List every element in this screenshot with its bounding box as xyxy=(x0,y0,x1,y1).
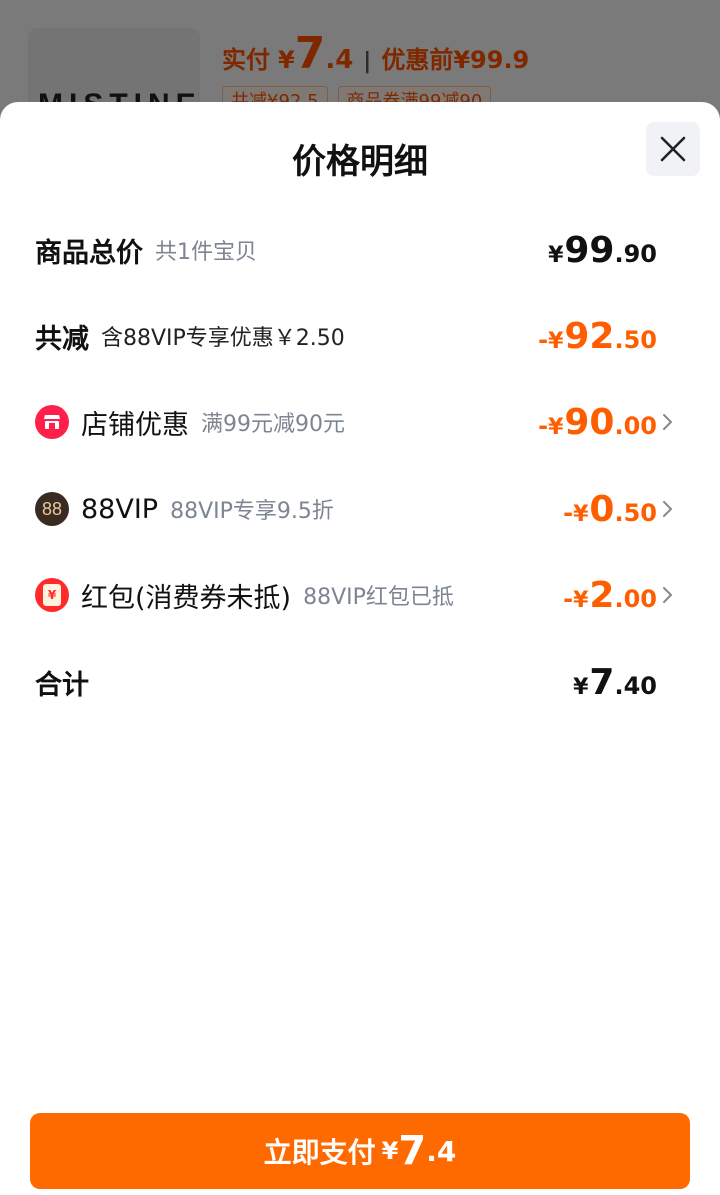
goods-count: 共1件宝贝 xyxy=(155,240,257,265)
red-packet-amount: - ¥ 2 .00 xyxy=(563,575,657,616)
close-icon xyxy=(660,136,686,162)
amount-integer: 90 xyxy=(564,401,615,443)
sum-amount: ¥ 7 .40 xyxy=(573,662,657,703)
red-packet-icon-text: ¥ xyxy=(43,584,61,606)
red-packet-desc: 88VIP红包已抵 xyxy=(303,585,454,610)
amount-decimal: .00 xyxy=(614,584,657,613)
amount-integer: 99 xyxy=(564,229,615,271)
shop-discount-label: 店铺优惠 xyxy=(81,409,189,441)
vip-88-icon: 88 xyxy=(35,492,69,526)
yen-symbol: ¥ xyxy=(573,587,589,613)
row-total-discount: 共减 含88VIP专享优惠￥2.50 - ¥ 92 .50 xyxy=(35,306,685,366)
row-red-packet[interactable]: ¥ 红包(消费券未抵) 88VIP红包已抵 - ¥ 2 .00 xyxy=(35,565,685,625)
vip-discount-amount: - ¥ 0 .50 xyxy=(563,489,657,530)
amount-decimal: .50 xyxy=(614,498,657,527)
amount-integer: 92 xyxy=(564,315,615,357)
yen-symbol: ¥ xyxy=(381,1137,399,1165)
vip-label: 88VIP xyxy=(81,493,159,525)
amount-integer: 0 xyxy=(589,488,615,530)
minus-sign: - xyxy=(538,325,549,354)
chevron-right-icon xyxy=(663,501,673,517)
pay-now-button[interactable]: 立即支付 ¥ 7 .4 xyxy=(30,1113,690,1189)
total-discount-desc: 含88VIP专享优惠￥2.50 xyxy=(101,326,345,351)
pay-now-label: 立即支付 xyxy=(263,1136,376,1169)
yen-symbol: ¥ xyxy=(573,674,589,700)
vip-desc: 88VIP专享9.5折 xyxy=(170,499,334,524)
pay-amount-integer: 7 xyxy=(398,1128,427,1174)
amount-decimal: .00 xyxy=(614,411,657,440)
minus-sign: - xyxy=(563,498,574,527)
total-discount-amount: - ¥ 92 .50 xyxy=(538,316,657,357)
row-shop-discount[interactable]: 店铺优惠 满99元减90元 - ¥ 90 .00 xyxy=(35,392,685,452)
total-discount-label: 共减 xyxy=(35,323,89,355)
yen-symbol: ¥ xyxy=(573,501,589,527)
yen-symbol: ¥ xyxy=(548,328,564,354)
amount-decimal: .40 xyxy=(614,671,657,700)
red-packet-label: 红包(消费券未抵) xyxy=(81,582,292,614)
close-button[interactable] xyxy=(646,122,700,176)
amount-integer: 2 xyxy=(589,574,615,616)
amount-integer: 7 xyxy=(589,661,615,703)
shop-discount-desc: 满99元减90元 xyxy=(201,412,345,437)
row-vip-discount[interactable]: 88 88VIP 88VIP专享9.5折 - ¥ 0 .50 xyxy=(35,479,685,539)
goods-total-label: 商品总价 xyxy=(35,237,143,269)
minus-sign: - xyxy=(563,584,574,613)
price-detail-sheet: 价格明细 商品总价 共1件宝贝 ¥ 99 .90 共减 含88VIP专享优惠￥2… xyxy=(0,102,720,1195)
red-packet-icon: ¥ xyxy=(35,578,69,612)
pay-amount-decimal: .4 xyxy=(426,1134,457,1168)
sum-label: 合计 xyxy=(35,669,89,701)
row-goods-total: 商品总价 共1件宝贝 ¥ 99 .90 xyxy=(35,220,685,280)
yen-symbol: ¥ xyxy=(548,242,564,268)
sheet-title: 价格明细 xyxy=(292,142,428,182)
minus-sign: - xyxy=(538,411,549,440)
chevron-right-icon xyxy=(663,587,673,603)
amount-decimal: .90 xyxy=(614,239,657,268)
yen-symbol: ¥ xyxy=(548,414,564,440)
shop-discount-amount: - ¥ 90 .00 xyxy=(538,402,657,443)
row-sum: 合计 ¥ 7 .40 xyxy=(35,652,685,712)
amount-decimal: .50 xyxy=(614,325,657,354)
shop-icon xyxy=(35,405,69,439)
vip-icon-text: 88 xyxy=(41,498,63,519)
chevron-right-icon xyxy=(663,414,673,430)
goods-total-amount: ¥ 99 .90 xyxy=(548,230,657,271)
